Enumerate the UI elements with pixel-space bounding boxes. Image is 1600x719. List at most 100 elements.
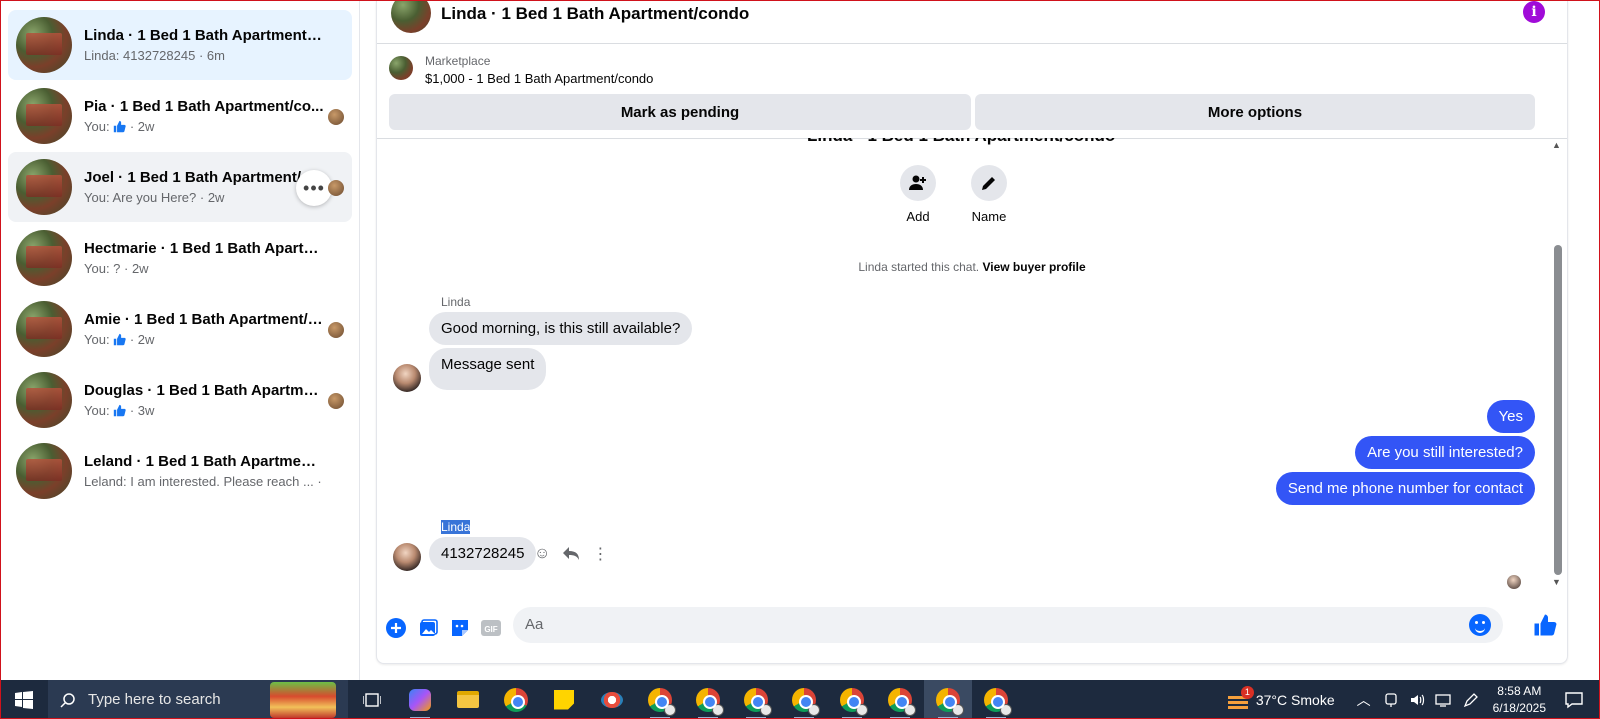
message-input[interactable]: Aa: [513, 607, 1503, 643]
meet-now-icon[interactable]: [1383, 692, 1399, 708]
weather-icon: 1: [1227, 685, 1254, 710]
reply-icon[interactable]: [562, 546, 580, 562]
outgoing-message[interactable]: Send me phone number for contact: [1275, 472, 1535, 505]
conversation-title: Joel · 1 Bed 1 Bath Apartment/c...: [84, 169, 322, 186]
chrome-icon[interactable]: [492, 680, 540, 719]
preview-suffix: · 2w: [129, 119, 155, 134]
conversation-title: Linda · 1 Bed 1 Bath Apartment/co...: [84, 27, 324, 44]
copilot-icon[interactable]: [396, 680, 444, 719]
conversation-item-leland[interactable]: Leland · 1 Bed 1 Bath Apartment/c... Lel…: [8, 436, 352, 506]
seen-avatar: [328, 109, 344, 125]
emoji-icon[interactable]: [1469, 614, 1491, 636]
name-action[interactable]: Name: [959, 165, 1019, 224]
page-scrollbar[interactable]: [1588, 0, 1600, 680]
listing-avatar: [16, 301, 72, 357]
seen-avatar: [328, 180, 344, 196]
message-scrollbar[interactable]: ▲ ▼: [1551, 140, 1563, 600]
scrollbar-thumb[interactable]: [1554, 245, 1562, 575]
incoming-message[interactable]: 4132728245: [429, 537, 537, 570]
outgoing-message[interactable]: Yes: [1486, 400, 1535, 433]
listing-avatar: [16, 372, 72, 428]
conversation-title: Leland · 1 Bed 1 Bath Apartment/c...: [84, 453, 324, 470]
more-options-icon[interactable]: •••: [296, 170, 332, 206]
chevron-up-icon[interactable]: ︿: [1357, 690, 1371, 710]
message-composer: GIF Aa: [377, 599, 1567, 663]
sticker-icon[interactable]: [449, 617, 471, 639]
sender-avatar[interactable]: [393, 543, 421, 571]
conversation-preview: Leland: I am interested. Please reach ..…: [84, 474, 324, 489]
message-actions: ☺ ⋮: [534, 544, 608, 564]
add-people-action[interactable]: Add: [888, 165, 948, 224]
weather-widget[interactable]: 1 37°C Smoke: [1227, 685, 1335, 710]
conversation-item-douglas[interactable]: Douglas · 1 Bed 1 Bath Apartme... You: ·…: [8, 365, 352, 435]
outgoing-message[interactable]: Are you still interested?: [1355, 436, 1535, 469]
pen-icon[interactable]: [1463, 692, 1479, 708]
chrome-profile-icon[interactable]: [828, 680, 876, 719]
conversation-title: Douglas · 1 Bed 1 Bath Apartme...: [84, 382, 324, 399]
message-thread: Linda · 1 Bed 1 Bath Apartment/condo Add…: [377, 138, 1567, 600]
conversation-preview: You: ? · 2w: [84, 261, 149, 276]
mark-pending-button[interactable]: Mark as pending: [389, 94, 971, 130]
listing-avatar[interactable]: [391, 1, 431, 33]
chat-title[interactable]: Linda · 1 Bed 1 Bath Apartment/condo: [441, 4, 749, 24]
clock-date: 6/18/2025: [1492, 700, 1546, 715]
chrome-profile-icon[interactable]: [780, 680, 828, 719]
started-text: Linda started this chat.: [858, 260, 980, 274]
listing-avatar: [16, 88, 72, 144]
view-buyer-profile-link[interactable]: View buyer profile: [982, 260, 1085, 274]
task-view-icon[interactable]: [348, 680, 396, 719]
svg-text:GIF: GIF: [484, 625, 497, 634]
chrome-profile-icon-active[interactable]: [924, 680, 972, 719]
chrome-profile-icon[interactable]: [636, 680, 684, 719]
clock-time: 8:58 AM: [1497, 683, 1542, 698]
chrome-profile-icon[interactable]: [972, 680, 1020, 719]
sender-avatar[interactable]: [393, 364, 421, 392]
volume-icon[interactable]: [1409, 692, 1425, 708]
conversation-preview: You: · 3w: [84, 403, 324, 418]
photo-icon[interactable]: [417, 617, 439, 639]
listing-avatar: [16, 443, 72, 499]
thumbs-up-icon: [114, 120, 126, 133]
scroll-up-icon[interactable]: ▲: [1552, 140, 1561, 150]
info-icon[interactable]: i: [1523, 1, 1545, 23]
windows-start-icon[interactable]: [0, 680, 48, 719]
conversation-list: Linda · 1 Bed 1 Bath Apartment/co... Lin…: [0, 0, 360, 680]
thumbs-up-icon: [114, 333, 126, 346]
incoming-message[interactable]: Good morning, is this still available?: [429, 312, 693, 345]
chrome-profile-icon[interactable]: [732, 680, 780, 719]
taskbar-search[interactable]: Type here to search: [48, 680, 348, 719]
add-label: Add: [906, 209, 930, 224]
marketplace-banner: Marketplace $1,000 - 1 Bed 1 Bath Apartm…: [377, 44, 1567, 139]
network-icon[interactable]: [1434, 692, 1453, 708]
file-explorer-icon[interactable]: [444, 680, 492, 719]
notification-icon[interactable]: [1564, 691, 1584, 709]
read-receipt-avatar: [1507, 575, 1521, 589]
preview-prefix: You:: [84, 119, 110, 134]
chrome-profile-icon[interactable]: [876, 680, 924, 719]
incoming-message[interactable]: Message sent: [429, 348, 547, 390]
listing-thumbnail[interactable]: [389, 56, 413, 80]
clock[interactable]: 8:58 AM 6/18/2025: [1493, 683, 1546, 717]
weather-badge: 1: [1240, 685, 1254, 699]
more-vertical-icon[interactable]: ⋮: [592, 544, 608, 564]
gif-icon[interactable]: GIF: [480, 617, 502, 639]
conversation-item-pia[interactable]: Pia · 1 Bed 1 Bath Apartment/co... You: …: [8, 81, 352, 151]
scroll-down-icon[interactable]: ▼: [1552, 577, 1561, 587]
react-emoji-icon[interactable]: ☺: [534, 545, 550, 563]
conversation-item-hectmarie[interactable]: Hectmarie · 1 Bed 1 Bath Apartmen... You…: [8, 223, 352, 293]
conversation-item-linda[interactable]: Linda · 1 Bed 1 Bath Apartment/co... Lin…: [8, 10, 352, 80]
thumbs-up-icon[interactable]: [1533, 613, 1557, 637]
listing-avatar: [16, 230, 72, 286]
chat-started-notice: Linda started this chat. View buyer prof…: [377, 260, 1567, 274]
conversation-item-joel[interactable]: Joel · 1 Bed 1 Bath Apartment/c... You: …: [8, 152, 352, 222]
sticky-notes-icon[interactable]: [540, 680, 588, 719]
pencil-icon: [971, 165, 1007, 201]
snipping-tool-icon[interactable]: [588, 680, 636, 719]
chrome-profile-icon[interactable]: [684, 680, 732, 719]
more-options-button[interactable]: More options: [975, 94, 1535, 130]
sender-name: Linda: [441, 295, 471, 309]
plus-circle-icon[interactable]: [385, 617, 407, 639]
conversation-preview: Linda: 4132728245 · 6m: [84, 48, 225, 63]
conversation-item-amie[interactable]: Amie · 1 Bed 1 Bath Apartment/c... You: …: [8, 294, 352, 364]
listing-title[interactable]: $1,000 - 1 Bed 1 Bath Apartment/condo: [425, 71, 653, 86]
